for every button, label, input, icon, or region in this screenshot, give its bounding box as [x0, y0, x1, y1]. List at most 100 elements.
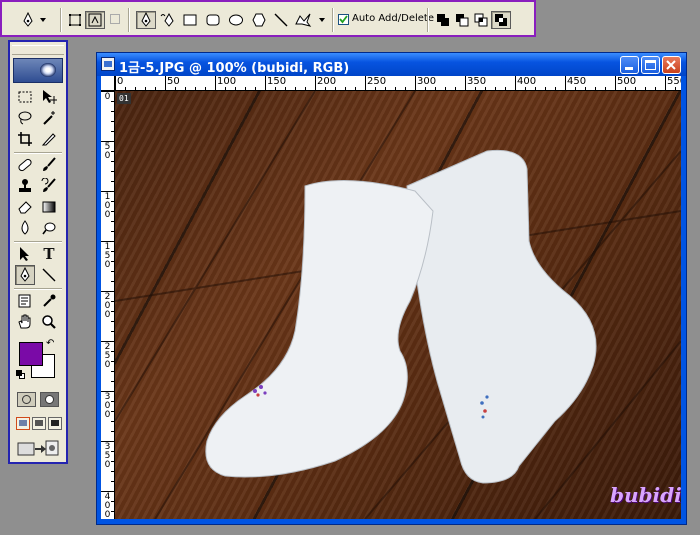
eraser-tool[interactable] — [15, 197, 35, 217]
options-separator — [60, 8, 61, 32]
intersect-path-icon — [474, 13, 488, 27]
pen-tool-icon — [141, 12, 151, 27]
gradient-tool[interactable] — [39, 197, 59, 217]
stamp-icon — [19, 179, 31, 192]
ruler-v-label: 250 — [104, 342, 111, 370]
maximize-button[interactable] — [641, 56, 660, 74]
ruler-h-label: 100 — [217, 76, 237, 87]
line-tool-button[interactable] — [272, 11, 290, 29]
paths-mode-button[interactable] — [85, 11, 105, 29]
ruler-v-label: 350 — [104, 442, 111, 470]
ruler-h-label: 0 — [117, 76, 124, 87]
vertical-ruler[interactable]: 0 50 100 150 200 250 300 350 400 — [101, 91, 115, 519]
swap-colors-icon[interactable]: ↶ — [46, 338, 54, 349]
hand-tool[interactable] — [15, 312, 35, 332]
auto-add-delete-label: Auto Add/Delete — [352, 13, 434, 24]
move-tool[interactable] — [39, 87, 59, 107]
magic-wand-tool[interactable] — [39, 108, 59, 128]
brush-tool[interactable] — [39, 155, 59, 175]
notes-tool[interactable] — [15, 291, 35, 311]
dodge-icon — [42, 222, 56, 235]
pen-tool[interactable] — [15, 265, 35, 285]
options-separator — [128, 8, 129, 32]
tools-palette: T ↶ — [8, 40, 68, 464]
rectangular-marquee-tool[interactable] — [15, 87, 35, 107]
ruler-h-label: 350 — [467, 76, 487, 87]
ruler-v-label: 200 — [104, 292, 111, 320]
freeform-pen-button[interactable] — [159, 11, 177, 29]
type-tool[interactable]: T — [39, 244, 59, 264]
history-brush-tool[interactable] — [39, 176, 59, 196]
photoshop-document-icon[interactable] — [101, 57, 115, 71]
pen-tool-icon — [23, 12, 33, 27]
exclude-overlap-button[interactable] — [491, 11, 511, 29]
eyedropper-tool[interactable] — [39, 291, 59, 311]
pen-tool-button[interactable] — [136, 11, 156, 29]
hand-icon — [18, 314, 31, 329]
fill-pixels-button[interactable] — [107, 11, 121, 29]
shape-layers-icon — [69, 14, 81, 26]
screen-mode-icon — [35, 420, 43, 426]
shape-layers-button[interactable] — [66, 11, 84, 29]
left-sock — [205, 180, 434, 478]
exclude-overlap-icon — [495, 14, 507, 26]
healing-brush-tool[interactable] — [15, 155, 35, 175]
ruler-v-label: 50 — [104, 142, 111, 161]
polygon-tool-button[interactable] — [250, 11, 268, 29]
slice-tool[interactable] — [39, 129, 59, 149]
options-separator — [332, 8, 333, 32]
note-icon — [18, 294, 31, 308]
add-to-path-button[interactable] — [434, 11, 452, 29]
default-colors-icon[interactable] — [16, 370, 26, 380]
ruler-v-label: 300 — [104, 392, 111, 420]
foreground-color-swatch[interactable] — [19, 342, 43, 366]
magnifier-icon — [42, 315, 56, 329]
tools-separator — [14, 241, 62, 242]
image-canvas[interactable]: 01 bubidi — [115, 91, 681, 519]
quick-mask-button[interactable] — [40, 392, 59, 407]
horizontal-ruler[interactable]: 0 50 100 150 200 250 300 350 400 450 500 550 — [115, 76, 681, 91]
path-selection-tool[interactable] — [15, 244, 35, 264]
rounded-rectangle-tool-button[interactable] — [204, 11, 222, 29]
tool-preset-picker[interactable] — [18, 11, 48, 29]
auto-add-delete-option[interactable]: Auto Add/Delete — [338, 11, 434, 29]
full-screen-menu-mode-button[interactable] — [32, 417, 46, 430]
clone-stamp-tool[interactable] — [15, 176, 35, 196]
fill-pixels-icon — [110, 14, 120, 24]
subtract-from-path-button[interactable] — [453, 11, 471, 29]
dodge-tool[interactable] — [39, 218, 59, 238]
palette-grip[interactable] — [12, 45, 64, 55]
ruler-v-label: 0 — [104, 92, 111, 102]
document-title-bar[interactable]: 1금-5.JPG @ 100% (bubidi, RGB) — [97, 53, 686, 76]
blur-tool[interactable] — [15, 218, 35, 238]
line-icon — [274, 13, 288, 27]
minimize-button[interactable] — [620, 56, 639, 74]
lasso-tool[interactable] — [15, 108, 35, 128]
ruler-h-label: 500 — [617, 76, 637, 87]
standard-mode-button[interactable] — [17, 392, 36, 407]
pen-tool-icon — [20, 266, 30, 282]
ruler-h-label: 150 — [267, 76, 287, 87]
chevron-down-icon — [40, 18, 46, 22]
crop-tool[interactable] — [15, 129, 35, 149]
document-title: 1금-5.JPG @ 100% (bubidi, RGB) — [119, 61, 350, 76]
standard-screen-mode-button[interactable] — [16, 417, 30, 430]
ruler-h-label: 50 — [167, 76, 180, 87]
maximize-icon — [645, 60, 656, 70]
ellipse-tool-button[interactable] — [227, 11, 245, 29]
line-shape-tool[interactable] — [39, 265, 59, 285]
rectangle-tool-button[interactable] — [181, 11, 199, 29]
ruler-v-label: 100 — [104, 192, 111, 220]
adobe-online-button[interactable] — [13, 58, 63, 83]
jump-to-imageready-button[interactable] — [17, 438, 59, 458]
ruler-h-label: 400 — [517, 76, 537, 87]
full-screen-mode-button[interactable] — [48, 417, 62, 430]
auto-add-delete-checkbox[interactable] — [338, 14, 349, 25]
imageready-icon — [17, 440, 59, 456]
ruler-ticks — [115, 76, 676, 90]
intersect-path-button[interactable] — [472, 11, 490, 29]
ruler-origin[interactable] — [101, 76, 115, 91]
custom-shape-tool-button[interactable] — [294, 11, 326, 29]
close-button[interactable] — [662, 56, 681, 74]
zoom-tool[interactable] — [39, 312, 59, 332]
